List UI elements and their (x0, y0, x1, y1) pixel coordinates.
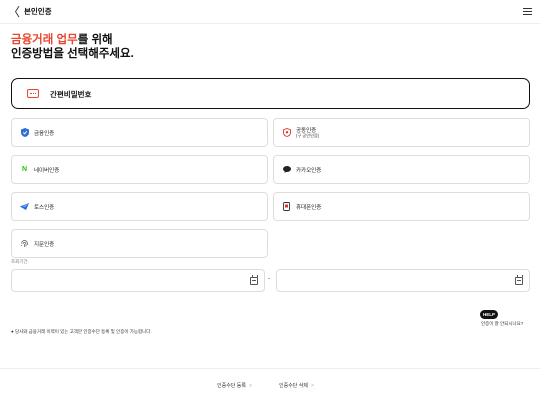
fingerprint-cert-label: 지문인증 (34, 242, 55, 248)
simple-password-label: 간편비밀번호 (50, 90, 92, 99)
financial-cert-button[interactable]: 금융인증 (11, 118, 268, 147)
password-pad-icon (27, 89, 39, 98)
kakao-icon (282, 165, 291, 174)
phone-cert-button[interactable]: 휴대폰인증 (273, 192, 530, 221)
badge-icon (282, 128, 291, 137)
start-date-field[interactable] (11, 269, 265, 293)
register-method-link[interactable]: 인증수단 등록 > (217, 382, 252, 389)
help-badge[interactable]: HELP (480, 310, 498, 319)
naver-icon: N (21, 166, 28, 173)
headline-line1: 를 위해 (77, 34, 113, 46)
naver-cert-button[interactable]: N 네이버인증 (11, 155, 268, 184)
kakao-cert-label: 카카오인증 (296, 168, 322, 174)
phone-icon (282, 202, 291, 211)
start-calendar-icon[interactable] (250, 275, 258, 285)
date-separator: - (268, 276, 270, 282)
hamburger-menu-icon[interactable] (523, 8, 532, 15)
end-date-input[interactable] (277, 271, 529, 293)
toss-cert-button[interactable]: 토스인증 (11, 192, 268, 221)
toss-icon (20, 202, 29, 211)
headline: 금융거래 업무를 위해 인증방법을 선택해주세요. (11, 33, 134, 61)
fingerprint-cert-button[interactable]: 지문인증 (11, 229, 268, 258)
end-date-field[interactable] (276, 269, 530, 293)
joint-cert-button[interactable]: 공동인증 (구 공인인증) (273, 118, 530, 147)
end-calendar-icon[interactable] (515, 275, 523, 285)
chevron-right-icon: > (249, 383, 252, 389)
kakao-cert-button[interactable]: 카카오인증 (273, 155, 530, 184)
phone-cert-label: 휴대폰인증 (296, 205, 322, 211)
financial-cert-label: 금융인증 (34, 131, 55, 137)
delete-method-label: 인증수단 삭제 (279, 383, 308, 389)
app-header: 〈 본인인증 (0, 0, 540, 24)
register-method-label: 인증수단 등록 (217, 383, 246, 389)
delete-method-link[interactable]: 인증수단 삭제 > (279, 382, 314, 389)
headline-accent: 금융거래 업무 (11, 34, 78, 46)
shield-icon (20, 128, 29, 137)
joint-cert-sublabel: (구 공인인증) (296, 133, 320, 138)
fingerprint-icon (20, 239, 29, 248)
back-icon[interactable]: 〈 (8, 3, 20, 20)
footer-divider (0, 368, 540, 369)
headline-line2: 인증방법을 선택해주세요. (11, 48, 134, 60)
notice-text: ● 당사와 금융거래 이력이 있는 고객만 인증수단 등록 및 인증이 가능합니… (11, 329, 152, 334)
chevron-right-icon: > (311, 383, 314, 389)
simple-password-button[interactable]: 간편비밀번호 (11, 78, 530, 109)
page-title: 본인인증 (24, 7, 52, 16)
period-label: 조회기간 (11, 259, 28, 264)
toss-cert-label: 토스인증 (34, 205, 55, 211)
start-date-input[interactable] (12, 271, 264, 293)
help-link[interactable]: 인증이 잘 안되시나요? (481, 321, 523, 327)
naver-cert-label: 네이버인증 (34, 168, 60, 174)
